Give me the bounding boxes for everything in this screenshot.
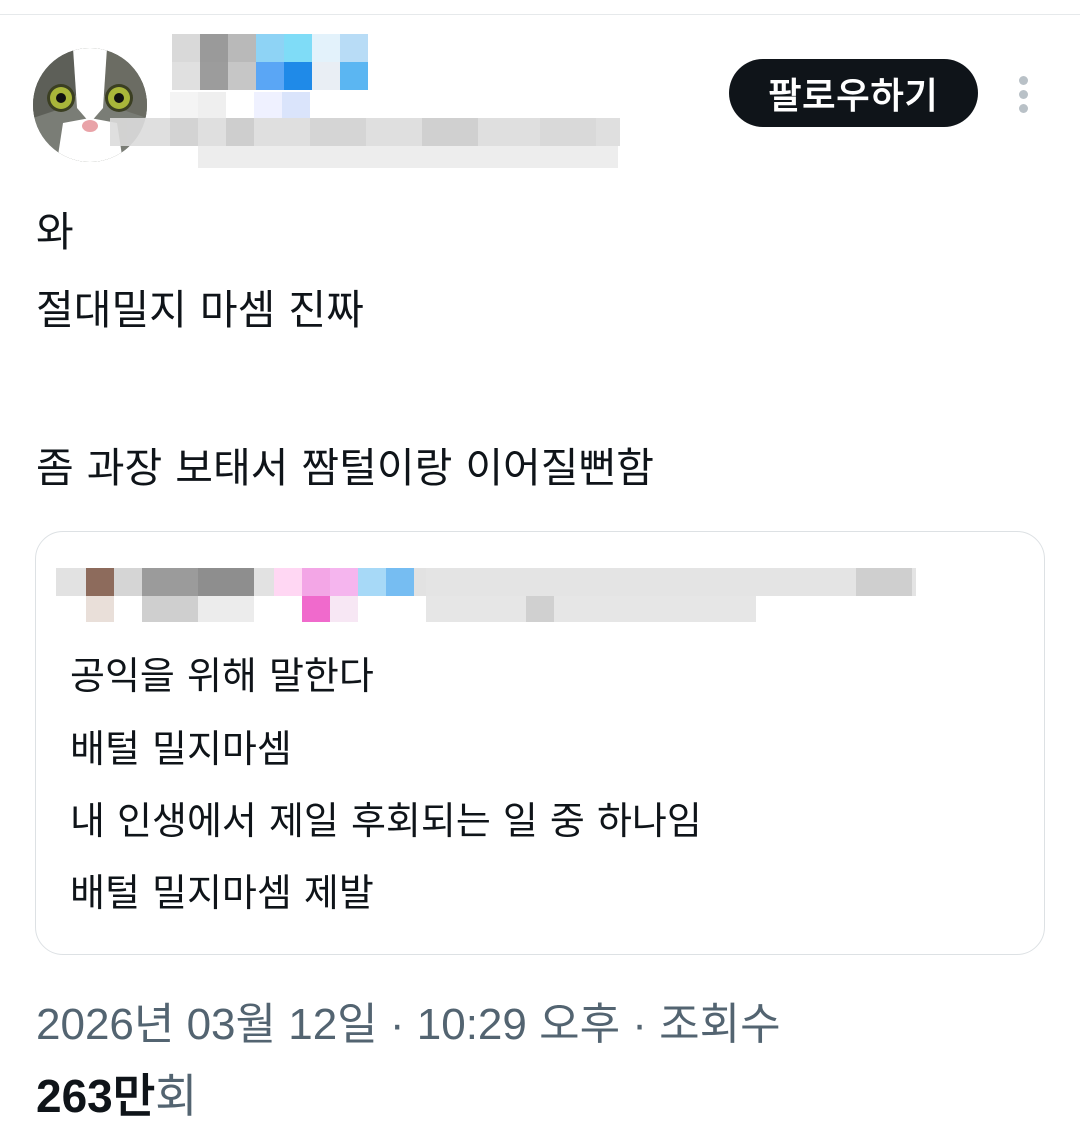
view-count: 263만회 [36, 1060, 197, 1126]
more-options-icon[interactable] [1012, 76, 1036, 113]
views-suffix: 회 [155, 1070, 198, 1122]
author-name-blurred [172, 34, 392, 90]
quoted-text-line-3: 내 인생에서 제일 후회되는 일 중 하나임 [70, 799, 702, 843]
tweet-timestamp[interactable]: 2026년 03월 12일 · 10:29 오후 · 조회수 [36, 988, 781, 1052]
views-unit: 만 [112, 1070, 156, 1122]
quoted-tweet-card[interactable]: 공익을 위해 말한다 배털 밀지마셈 내 인생에서 제일 후회되는 일 중 하나… [35, 531, 1045, 955]
quoted-text-line-2: 배털 밀지마셈 [70, 727, 292, 771]
author-handle-blurred [110, 92, 620, 172]
follow-button[interactable]: 팔로우하기 [729, 59, 978, 127]
quoted-author-blurred [56, 568, 936, 624]
tweet-text-line-1: 와 [36, 208, 74, 256]
quoted-text-line-1: 공익을 위해 말한다 [70, 654, 374, 698]
tweet-text-line-2: 절대밀지 마셈 진짜 [36, 286, 364, 334]
top-divider [0, 14, 1080, 15]
tweet-text-line-3: 좀 과장 보태서 짬털이랑 이어질뻔함 [36, 444, 654, 492]
views-number: 263 [36, 1070, 113, 1122]
quoted-text-line-4: 배털 밀지마셈 제발 [70, 871, 374, 915]
